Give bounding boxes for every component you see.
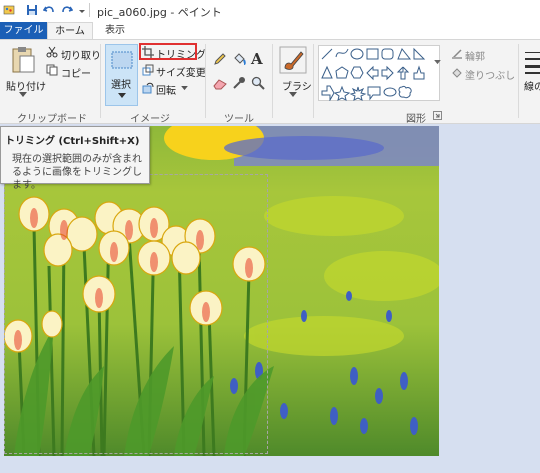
redo-icon[interactable]: [61, 4, 73, 16]
clipboard-group-label: クリップボード: [17, 114, 87, 125]
image-group-label: イメージ: [130, 114, 170, 125]
tab-home[interactable]: ホーム: [47, 22, 93, 39]
rotate-dropdown-icon[interactable]: [181, 86, 188, 91]
tab-file[interactable]: ファイル: [0, 22, 47, 39]
crop-highlight-box: [139, 43, 197, 60]
rotate-button[interactable]: 回転: [156, 82, 176, 97]
brush-icon[interactable]: [279, 46, 307, 74]
resize-icon: [142, 64, 154, 76]
fill-button[interactable]: 塗りつぶし: [465, 67, 515, 82]
resize-button[interactable]: サイズ変更: [156, 64, 206, 79]
pencil-icon[interactable]: [213, 52, 227, 66]
select-button[interactable]: 選択: [105, 44, 138, 106]
magnifier-icon[interactable]: [251, 76, 265, 90]
customize-toolbar-icon[interactable]: [78, 4, 86, 16]
selection-rectangle[interactable]: [4, 174, 268, 454]
fill-icon: [452, 68, 462, 78]
title-bar: pic_a060.jpg - ペイント: [0, 0, 540, 22]
outline-button[interactable]: 輪郭: [465, 48, 485, 63]
ribbon-tabs: ファイル ホーム 表示: [0, 22, 540, 39]
shapes-gallery[interactable]: [318, 45, 440, 101]
ribbon: 貼り付け 切り取り コピー クリップボード 選択 トリミング サイズ変更 回転 …: [0, 39, 540, 125]
crop-tooltip: トリミング (Ctrl+Shift+X) 現在の選択範囲のみが含まれるように画像…: [0, 126, 150, 191]
color-picker-icon[interactable]: [232, 76, 246, 90]
cut-button[interactable]: 切り取り: [61, 47, 101, 62]
copy-button[interactable]: コピー: [61, 65, 91, 80]
select-rectangle-icon: [111, 51, 133, 69]
select-label: 選択: [111, 80, 131, 91]
size-label: 線の: [524, 82, 540, 93]
undo-icon[interactable]: [43, 4, 55, 16]
tooltip-title: トリミング (Ctrl+Shift+X): [5, 136, 140, 147]
paste-button[interactable]: 貼り付け: [6, 78, 46, 93]
paste-icon[interactable]: [10, 46, 36, 74]
tab-view[interactable]: 表示: [96, 22, 134, 39]
line-size-icon[interactable]: [525, 50, 540, 74]
brushes-dropdown-icon[interactable]: [289, 92, 297, 98]
tooltip-description: 現在の選択範囲のみが含まれるように画像をトリミングします。: [12, 154, 142, 191]
group-launcher-icon[interactable]: [433, 111, 442, 120]
save-icon[interactable]: [26, 4, 38, 16]
rotate-icon: [142, 82, 154, 94]
outline-icon: [452, 49, 462, 59]
text-tool-icon[interactable]: A: [251, 50, 263, 68]
paste-dropdown-icon[interactable]: [19, 92, 27, 98]
brushes-button[interactable]: ブラシ: [282, 78, 312, 93]
shapes-scroll-down-icon[interactable]: [434, 60, 441, 65]
fill-bucket-icon[interactable]: [232, 52, 246, 66]
eraser-icon[interactable]: [213, 78, 227, 90]
select-dropdown-icon: [118, 93, 126, 98]
shapes-group-label: 図形: [406, 114, 426, 125]
copy-icon: [46, 64, 58, 76]
window-title: pic_a060.jpg - ペイント: [97, 6, 222, 19]
paint-app-icon: [3, 5, 15, 15]
scissors-icon: [46, 46, 58, 58]
tools-group-label: ツール: [224, 114, 254, 125]
